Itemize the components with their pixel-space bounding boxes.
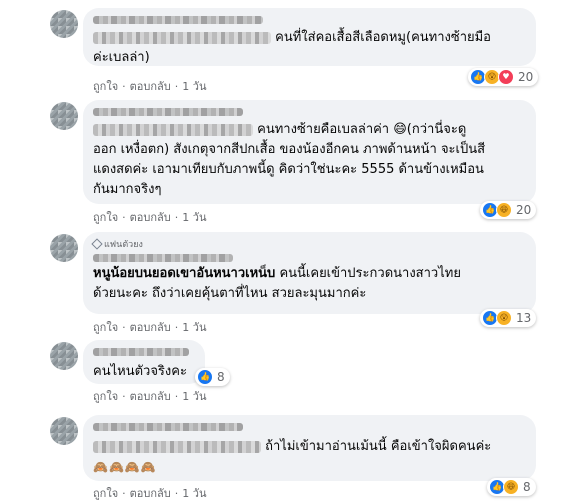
tagged-user[interactable]: หนูน้อยบนยอดเขาอันหนาวเหน็บ <box>93 266 275 281</box>
reactions-summary[interactable]: 👍 😮 ♥ 20 <box>468 68 539 86</box>
haha-icon: 😆 <box>496 202 512 218</box>
comment-actions: ถูกใจ · ตอบกลับ · 1 วัน <box>93 211 207 225</box>
avatar[interactable] <box>50 234 78 262</box>
comment-actions: ถูกใจ · ตอบกลับ · 1 วัน <box>93 487 207 501</box>
comment-text: คนไหนตัวจริงคะ <box>93 364 187 379</box>
comment-text-line4: กันมากจริงๆ <box>93 182 162 197</box>
author-name-blurred[interactable] <box>93 348 189 356</box>
comment-actions: ถูกใจ · ตอบกลับ · 1 วัน <box>93 390 207 404</box>
like-link[interactable]: ถูกใจ <box>93 487 118 501</box>
comment-text: คนที่ใส่คอเสื้อสีเลือดหมู(คนทางซ้ายมือ <box>275 30 491 45</box>
comment-bubble: ถ้าไม่เข้ามาอ่านเม้นนี้ คือเข้าใจผิดคนค่… <box>83 415 536 481</box>
comment-text-line2: ด้วยนะคะ ถึงว่าเคยคุ้นตาที่ไหน สวยละมุนม… <box>93 286 367 301</box>
author-name-blurred[interactable] <box>93 108 243 116</box>
like-link[interactable]: ถูกใจ <box>93 321 118 335</box>
reactions-summary[interactable]: 👍 😮 13 <box>480 309 537 327</box>
reply-link[interactable]: ตอบกลับ <box>130 321 171 335</box>
like-link[interactable]: ถูกใจ <box>93 211 118 225</box>
comment-bubble: คนไหนตัวจริงคะ <box>83 340 205 384</box>
comment-actions: ถูกใจ · ตอบกลับ · 1 วัน <box>93 321 207 335</box>
author-name-blurred[interactable] <box>93 16 263 24</box>
reply-link[interactable]: ตอบกลับ <box>130 80 171 94</box>
reactions-summary[interactable]: 👍 😆 8 <box>487 478 536 496</box>
like-icon: 👍 <box>197 369 213 385</box>
blurred-text <box>93 31 271 44</box>
timestamp[interactable]: 1 วัน <box>182 321 206 335</box>
reaction-count: 20 <box>518 70 534 84</box>
diamond-icon <box>91 238 103 250</box>
comment-text-line3: แดงสดค่ะ เอามาเทียบกับภาพนี้ดู คิดว่าใช่… <box>93 162 484 177</box>
comment-bubble: คนทางซ้ายคือเบลล่าค่า 😄(กว่านี่จะดู ออก … <box>83 100 536 204</box>
timestamp[interactable]: 1 วัน <box>182 80 206 94</box>
comment-text-line2: ค่ะเบลล่า) <box>93 50 150 65</box>
timestamp[interactable]: 1 วัน <box>182 211 206 225</box>
comment-actions: ถูกใจ · ตอบกลับ · 1 วัน <box>93 80 207 94</box>
reaction-count: 13 <box>516 311 532 325</box>
reactions-summary[interactable]: 👍 😆 20 <box>480 201 537 219</box>
comment-bubble: แฟนตัวยง หนูน้อยบนยอดเขาอันหนาวเหน็บ คนน… <box>83 232 536 314</box>
timestamp[interactable]: 1 วัน <box>182 390 206 404</box>
author-name-blurred[interactable] <box>93 254 233 262</box>
love-icon: ♥ <box>498 69 514 85</box>
reaction-count: 20 <box>516 203 532 217</box>
comment-text: ถ้าไม่เข้ามาอ่านเม้นนี้ คือเข้าใจผิดคนค่… <box>265 439 492 454</box>
like-link[interactable]: ถูกใจ <box>93 390 118 404</box>
avatar[interactable] <box>50 102 78 130</box>
top-fan-badge: แฟนตัวยง <box>91 238 526 250</box>
emoji-line: 🙈🙈🙈🙈 <box>93 460 157 474</box>
like-link[interactable]: ถูกใจ <box>93 80 118 94</box>
reply-link[interactable]: ตอบกลับ <box>130 487 171 501</box>
badge-label: แฟนตัวยง <box>104 240 143 250</box>
avatar[interactable] <box>50 10 78 38</box>
comment-text-line2: ออก เหงื่อตก) สังเกตุจากสีปกเสื้อ ของน้อ… <box>93 142 486 157</box>
reaction-count: 8 <box>523 480 531 494</box>
reaction-count: 8 <box>217 370 225 384</box>
author-name-blurred[interactable] <box>93 423 243 431</box>
avatar[interactable] <box>50 342 78 370</box>
comment-text: คนทางซ้ายคือเบลล่าค่า 😄(กว่านี่จะดู <box>257 122 467 137</box>
comment-text: คนนี้เคยเข้าประกวดนางสาวไทย <box>279 266 461 281</box>
timestamp[interactable]: 1 วัน <box>182 487 206 501</box>
comment-bubble: คนที่ใส่คอเสื้อสีเลือดหมู(คนทางซ้ายมือ ค… <box>83 8 536 66</box>
haha-icon: 😆 <box>503 479 519 495</box>
reply-link[interactable]: ตอบกลับ <box>130 211 171 225</box>
blurred-text <box>93 123 253 136</box>
reply-link[interactable]: ตอบกลับ <box>130 390 171 404</box>
blurred-text <box>93 440 261 453</box>
wow-icon: 😮 <box>496 310 512 326</box>
avatar[interactable] <box>50 417 78 445</box>
reactions-summary[interactable]: 👍 8 <box>195 368 230 386</box>
